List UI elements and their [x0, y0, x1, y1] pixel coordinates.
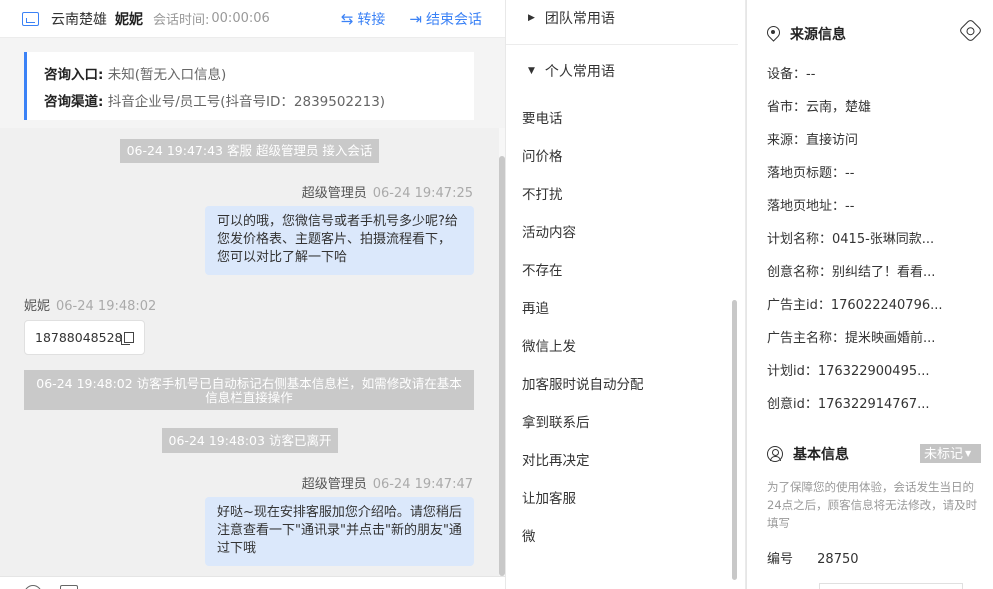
consult-entry-value: 未知(暂无入口信息)	[107, 67, 227, 83]
phrase-group-team[interactable]: ▶ 团队常用语	[506, 0, 745, 36]
visitor-message-bubble[interactable]: 18788048528	[24, 320, 146, 355]
consult-channel: 咨询渠道: 抖音企业号/员工号(抖音号ID：2839502213)	[44, 89, 474, 116]
phrase-group-label: 个人常用语	[544, 64, 615, 80]
info-province-city: 省市：云南，楚雄	[767, 100, 872, 115]
info-landing-url: 落地页地址：--	[767, 199, 855, 214]
divider	[506, 44, 738, 45]
source-info-header: 来源信息	[767, 24, 846, 44]
consult-entry: 咨询入口: 未知(暂无入口信息)	[44, 62, 474, 89]
customer-location: 云南楚雄	[51, 11, 107, 28]
info-creative-name: 创意名称：别纠结了！看看...	[767, 265, 936, 280]
basic-info-header: 基本信息	[767, 444, 849, 464]
tag-dropdown-label: 未标记	[924, 447, 964, 462]
info-advertiser-id: 广告主id：176022240796...	[767, 298, 943, 313]
message-meta: 妮妮 06-24 19:48:02	[24, 295, 156, 314]
phrase-item[interactable]: 加客服时说自动分配	[522, 373, 644, 393]
info-plan-name: 计划名称：0415-张琳同款...	[767, 232, 935, 247]
info-plan-id: 计划id：176322900495...	[767, 364, 930, 379]
transfer-button[interactable]: ⇆ 转接	[341, 9, 386, 29]
message-meta: 超级管理员 06-24 19:47:25	[302, 182, 473, 201]
edit-notice: 为了保障您的使用体验，会话发生当日的24点之后，顾客信息将无法修改，请及时填写	[767, 480, 978, 530]
chat-panel: 云南楚雄 妮妮 会话时间: 00:00:06 ⇆ 转接 ⇥ 结束会话 咨询入口:…	[0, 0, 506, 589]
emoji-icon[interactable]	[24, 585, 42, 589]
phrase-item[interactable]: 微	[522, 525, 536, 545]
message-sender: 超级管理员	[301, 186, 367, 201]
exit-icon: ⇥	[409, 10, 422, 28]
header-actions: ⇆ 转接 ⇥ 结束会话	[341, 0, 482, 38]
monitor-icon	[22, 11, 39, 26]
phrases-scrollbar[interactable]	[732, 300, 737, 580]
settings-icon[interactable]	[958, 18, 983, 43]
info-advertiser-name: 广告主名称：提米映画婚前...	[767, 331, 936, 346]
phrase-item[interactable]: 不打扰	[522, 183, 563, 203]
info-landing-title: 落地页标题：--	[767, 166, 855, 181]
next-field-input[interactable]	[819, 583, 963, 589]
end-session-button[interactable]: ⇥ 结束会话	[409, 9, 482, 29]
phrase-item[interactable]: 拿到联系后	[522, 411, 590, 431]
end-session-label: 结束会话	[426, 12, 482, 28]
quick-phrases-panel: ▶ 团队常用语 ▼ 个人常用语 要电话 问价格 不打扰 活动内容 不存在 再追 …	[506, 0, 746, 589]
session-time: 00:00:06	[211, 11, 270, 26]
phrase-group-label: 团队常用语	[544, 11, 615, 27]
chat-scrollbar[interactable]	[499, 156, 505, 576]
message-meta: 超级管理员 06-24 19:47:47	[302, 473, 473, 492]
chat-workspace: 云南楚雄 妮妮 会话时间: 00:00:06 ⇆ 转接 ⇥ 结束会话 咨询入口:…	[0, 0, 993, 589]
consult-entry-label: 咨询入口:	[44, 67, 104, 83]
phrase-item-partial	[522, 82, 582, 88]
source-info-title: 来源信息	[790, 27, 846, 43]
agent-message-bubble[interactable]: 可以的哦，您微信号或者手机号多少呢?给您发价格表、主题客片、拍摄流程看下，您可以…	[205, 206, 474, 275]
chat-header: 云南楚雄 妮妮 会话时间: 00:00:06 ⇆ 转接 ⇥ 结束会话	[0, 0, 505, 38]
consult-channel-value: 抖音企业号/员工号(抖音号ID：2839502213)	[107, 94, 386, 110]
location-pin-icon	[767, 26, 780, 42]
copy-icon[interactable]	[121, 332, 135, 345]
agent-message-bubble[interactable]: 好哒~现在安排客服加您介绍哈。请您稍后注意查看一下"通讯录"并点击"新的朋友"通…	[205, 497, 474, 566]
message-time: 06-24 19:47:25	[372, 186, 473, 201]
image-icon[interactable]	[60, 585, 78, 589]
customer-number-value: 28750	[817, 552, 859, 567]
message-sender: 超级管理员	[301, 477, 367, 492]
phrase-item[interactable]: 问价格	[522, 145, 563, 165]
message-sender: 妮妮	[24, 299, 51, 314]
message-time: 06-24 19:48:02	[56, 299, 157, 314]
phrase-item[interactable]: 让加客服	[522, 487, 576, 507]
customer-number: 编号 28750	[767, 548, 859, 567]
consult-info-card: 咨询入口: 未知(暂无入口信息) 咨询渠道: 抖音企业号/员工号(抖音号ID：2…	[24, 52, 474, 120]
system-message: 06-24 19:48:03 访客已离开	[162, 428, 338, 453]
basic-info-title: 基本信息	[793, 447, 849, 463]
phrase-item[interactable]: 不存在	[522, 259, 563, 279]
info-source: 来源：直接访问	[767, 133, 859, 148]
session-time-label: 会话时间:	[153, 13, 210, 28]
user-icon	[767, 446, 783, 462]
phrase-item[interactable]: 对比再决定	[522, 449, 590, 469]
system-message: 06-24 19:47:43 客服 超级管理员 接入会话	[120, 139, 379, 163]
phrase-item[interactable]: 微信上发	[522, 335, 576, 355]
info-creative-id: 创意id：176322914767...	[767, 397, 930, 412]
message-time: 06-24 19:47:47	[372, 477, 473, 492]
visitor-message-text: 18788048528	[35, 330, 123, 345]
phrase-item[interactable]: 再追	[522, 297, 549, 317]
tag-dropdown[interactable]: 未标记 ▼	[920, 444, 981, 463]
customer-info-panel: 来源信息 设备：-- 省市：云南，楚雄 来源：直接访问 落地页标题：-- 落地页…	[746, 0, 993, 589]
chat-input-toolbar	[0, 576, 505, 589]
caret-down-icon: ▼	[528, 66, 535, 76]
phrase-item[interactable]: 活动内容	[522, 221, 576, 241]
info-device: 设备：--	[767, 67, 816, 82]
customer-name: 妮妮	[115, 11, 143, 28]
phrase-item[interactable]: 要电话	[522, 107, 563, 127]
caret-down-icon: ▼	[965, 449, 972, 458]
transfer-icon: ⇆	[340, 10, 354, 28]
customer-number-label: 编号	[767, 552, 794, 567]
caret-right-icon: ▶	[528, 13, 535, 23]
consult-channel-label: 咨询渠道:	[44, 94, 104, 110]
system-message: 06-24 19:48:02 访客手机号已自动标记右侧基本信息栏，如需修改请在基…	[24, 370, 474, 410]
transfer-label: 转接	[357, 12, 386, 28]
